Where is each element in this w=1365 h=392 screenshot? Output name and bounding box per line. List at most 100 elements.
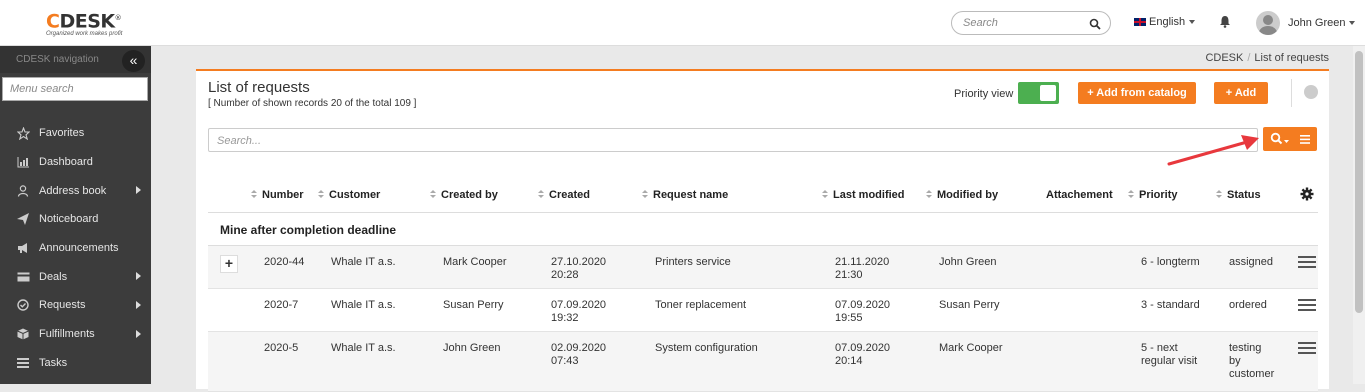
cell-created: 27.10.2020 20:28 [551,256,607,281]
uk-flag-icon [1134,18,1146,26]
menu-search-input[interactable]: Menu search [2,77,148,101]
priority-view-label: Priority view [954,88,1014,100]
sort-icon [1216,190,1222,199]
column-created-by[interactable]: Created by [430,189,498,201]
chevron-right-icon [136,329,141,338]
search-options-button[interactable] [1263,127,1317,151]
cell-customer: Whale IT a.s. [331,256,396,268]
cell-priority: 5 - next regular visit [1141,342,1198,367]
star-icon [16,126,30,140]
annotation-arrow [1167,135,1259,166]
column-created[interactable]: Created [538,189,590,201]
cell-created: 07.09.2020 19:32 [551,299,607,324]
main-content: CDESK / List of requests List of requests … [151,46,1365,392]
scrollbar-thumb[interactable] [1355,51,1363,313]
column-request-name[interactable]: Request name [642,189,728,201]
priority-view-toggle[interactable] [1018,82,1059,104]
column-number[interactable]: Number [251,189,304,201]
sidebar-nav: Favorites Dashboard Address book Noticeb… [0,119,151,377]
sidebar-item-noticeboard[interactable]: Noticeboard [0,205,151,234]
global-search-input[interactable]: Search [951,11,1111,35]
cell-modified-by: Mark Cooper [939,342,1003,354]
sidebar: CDESK navigation « Menu search Favorites… [0,46,151,384]
cell-request-name: System configuration [655,342,758,354]
megaphone-icon [16,242,30,254]
column-modified-by[interactable]: Modified by [926,189,998,201]
bell-icon[interactable] [1219,15,1231,31]
column-priority[interactable]: Priority [1128,189,1178,201]
avatar [1256,11,1280,35]
chevron-right-icon [136,272,141,281]
sidebar-item-requests[interactable]: Requests [0,291,151,320]
chevron-right-icon [136,186,141,195]
list-icon [16,357,30,369]
cell-last-modified: 07.09.2020 20:14 [835,342,891,367]
breadcrumb-root-link[interactable]: CDESK [1205,52,1243,64]
chevron-down-icon [1189,20,1196,24]
cell-created: 02.09.2020 07:43 [551,342,607,367]
sort-icon [822,190,828,199]
sidebar-item-address-book[interactable]: Address book [0,176,151,205]
sidebar-item-tasks[interactable]: Tasks [0,349,151,378]
cell-number: 2020-5 [264,342,299,354]
cell-number: 2020-7 [264,299,299,311]
sidebar-header: CDESK navigation « [0,46,151,73]
add-button[interactable]: + Add [1214,82,1268,104]
row-menu-icon[interactable] [1298,299,1316,311]
requests-table: Number Customer Created by Created Reque… [208,161,1318,392]
sidebar-item-announcements[interactable]: Announcements [0,234,151,263]
page-title: List of requests [208,79,310,96]
chevron-down-icon [1349,21,1356,25]
breadcrumb-current: List of requests [1254,52,1329,64]
cell-customer: Whale IT a.s. [331,299,396,311]
sidebar-item-favorites[interactable]: Favorites [0,119,151,148]
sort-icon [251,190,257,199]
collapse-sidebar-button[interactable]: « [122,50,145,72]
expand-row-button[interactable]: + [220,255,238,273]
cell-status: assigned [1229,256,1274,268]
chart-icon [16,156,30,168]
breadcrumb: CDESK / List of requests [1205,52,1329,64]
row-menu-icon[interactable] [1298,256,1316,268]
sort-icon [642,190,648,199]
sidebar-item-deals[interactable]: Deals [0,262,151,291]
table-row[interactable]: 2020-7 Whale IT a.s. Susan Perry 07.09.2… [208,289,1318,332]
row-menu-icon[interactable] [1298,342,1316,354]
column-customer[interactable]: Customer [318,189,380,201]
table-row[interactable]: 2020-5 Whale IT a.s. John Green 02.09.20… [208,332,1318,392]
cell-created-by: Susan Perry [443,299,504,311]
cell-modified-by: John Green [939,256,997,268]
cdesk-logo[interactable]: CDESK® Organized work makes profit [46,8,122,37]
column-last-modified[interactable]: Last modified [822,189,905,201]
sidebar-item-fulfillments[interactable]: Fulfillments [0,320,151,349]
user-menu[interactable]: John Green [1256,11,1356,35]
compass-icon[interactable] [1304,85,1318,99]
sidebar-item-dashboard[interactable]: Dashboard [0,148,151,177]
settings-gear-icon[interactable] [1300,187,1314,201]
language-selector[interactable]: English [1134,16,1196,28]
cell-last-modified: 07.09.2020 19:55 [835,299,891,324]
divider [1291,79,1292,107]
cell-modified-by: Susan Perry [939,299,1000,311]
list-search-input[interactable]: Search... [208,128,1258,152]
add-from-catalog-button[interactable]: + Add from catalog [1078,82,1196,104]
cell-customer: Whale IT a.s. [331,342,396,354]
group-header: Mine after completion deadline [208,213,1318,246]
person-icon [16,185,30,197]
requests-panel: List of requests [ Number of shown recor… [196,69,1329,392]
top-bar: CDESK® Organized work makes profit Searc… [0,0,1365,46]
sort-icon [430,190,436,199]
page-scrollbar[interactable] [1353,46,1365,384]
table-row[interactable]: + 2020-44 Whale IT a.s. Mark Cooper 27.1… [208,246,1318,289]
search-icon[interactable] [1089,18,1101,30]
sort-icon [1128,190,1134,199]
search-icon [1270,132,1289,145]
paper-plane-icon [16,213,30,226]
menu-icon [1300,135,1310,144]
cell-request-name: Printers service [655,256,731,268]
cell-created-by: Mark Cooper [443,256,507,268]
column-status[interactable]: Status [1216,189,1261,201]
check-circle-icon [16,299,30,312]
cell-priority: 3 - standard [1141,299,1200,311]
column-attachement: Attachement [1046,189,1113,201]
